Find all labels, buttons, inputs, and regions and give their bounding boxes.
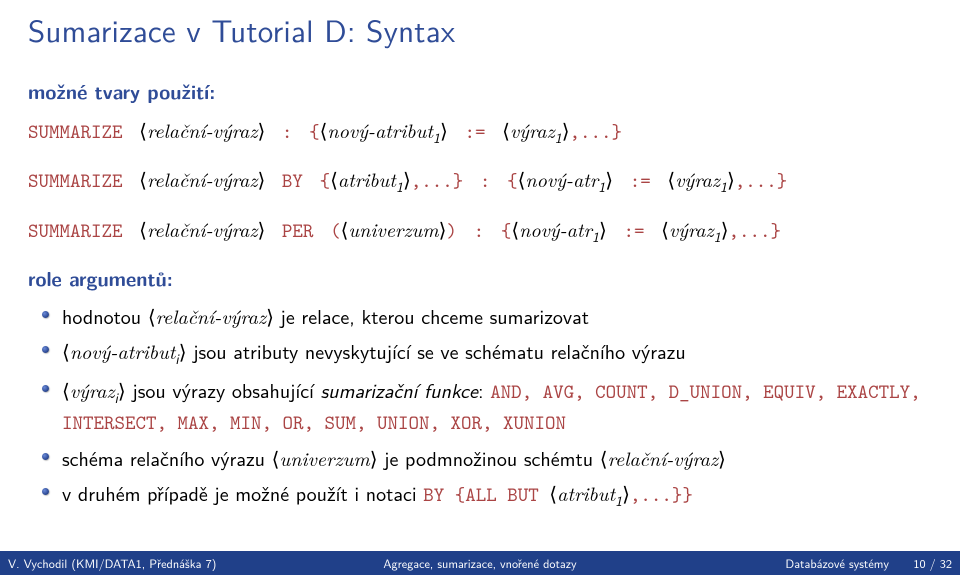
syntax-line-1: SUMMARIZE ⟨relační-výraz⟩ : {⟨nový-atrib… <box>28 115 932 148</box>
kw-per: PER <box>282 218 314 244</box>
rang: ⟩ <box>257 115 265 144</box>
relexpr: relační-výraz <box>147 115 257 144</box>
footer-page: Databázové systémy 10 / 32 <box>640 551 960 575</box>
colon: : <box>282 119 293 145</box>
univerzum: univerzum <box>348 214 438 243</box>
slide-title: Sumarizace v Tutorial D: Syntax <box>28 6 932 52</box>
bullet-5: v druhém případě je možné použít i notac… <box>40 479 932 511</box>
footer: V. Vychodil (KMI/DATA1, Přednáška 7) Agr… <box>0 551 960 575</box>
atribut: atribut <box>338 164 396 193</box>
vyraz: výraz <box>510 115 555 144</box>
assign: := <box>464 119 485 145</box>
footer-author: V. Vychodil (KMI/DATA1, Přednáška 7) <box>0 551 320 575</box>
dots: ,...} <box>570 119 623 145</box>
novy-atribut: nový-atribut <box>327 115 433 144</box>
bullet-2: ⟨nový-atributi⟩ jsou atributy nevyskytuj… <box>40 337 932 369</box>
kw-by-allbut: BY {ALL BUT <box>423 482 549 508</box>
section-forms: možné tvary použití: <box>28 76 932 105</box>
kw-by: BY <box>282 168 303 194</box>
syntax-line-2: SUMMARIZE ⟨relační-výraz⟩ BY {⟨atribut1⟩… <box>28 164 932 197</box>
bullet-list: hodnotou ⟨relační-výraz⟩ je relace, kter… <box>28 302 932 511</box>
novy-atr: nový-atr <box>525 164 598 193</box>
syntax-line-3: SUMMARIZE ⟨relační-výraz⟩ PER (⟨univerzu… <box>28 214 932 247</box>
bullet-4: schéma relačního výrazu ⟨univerzum⟩ je p… <box>40 444 932 472</box>
kw-summarize: SUMMARIZE <box>28 119 123 145</box>
bullet-1: hodnotou ⟨relační-výraz⟩ je relace, kter… <box>40 302 932 330</box>
footer-title: Agregace, sumarizace, vnořené dotazy <box>320 551 640 575</box>
bullet-3: ⟨výrazi⟩ jsou výrazy obsahující sumariza… <box>40 376 932 437</box>
lang: ⟨ <box>139 115 147 144</box>
section-args: role argumentů: <box>28 263 932 292</box>
lbrace: { <box>309 119 320 145</box>
